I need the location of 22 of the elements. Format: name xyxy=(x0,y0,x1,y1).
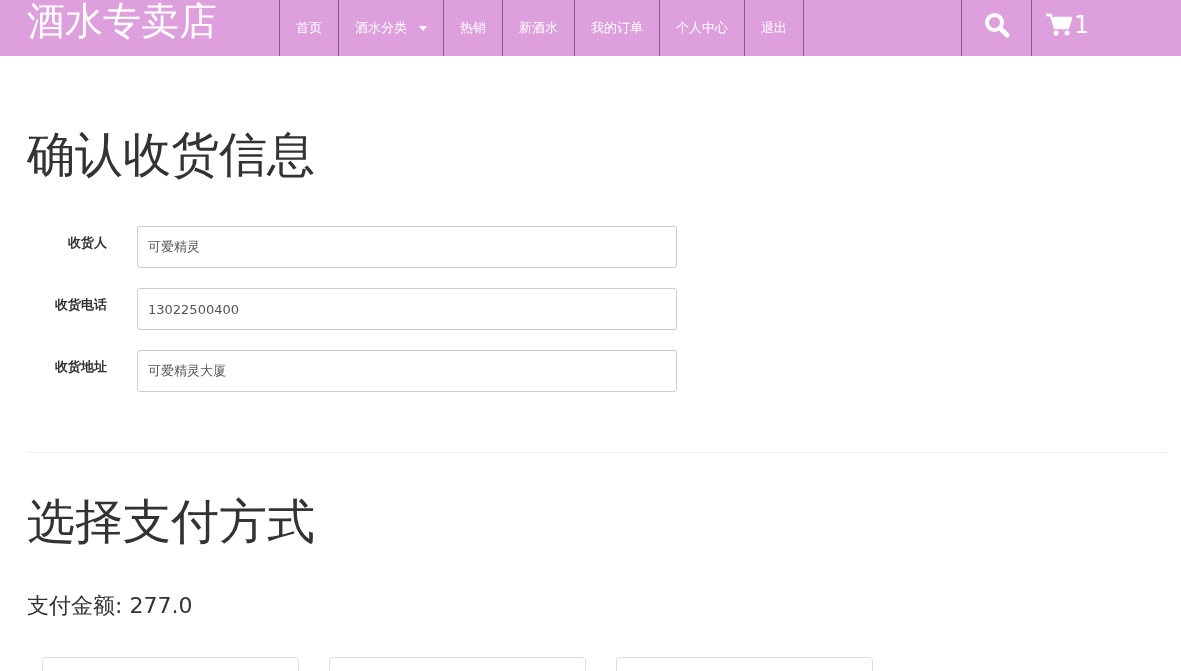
brand-logo-text[interactable]: 酒水专卖店 xyxy=(27,2,217,40)
input-field[interactable]: 可爱精灵 xyxy=(137,226,677,268)
nav-link[interactable]: 热销 xyxy=(444,0,503,56)
nav-link[interactable]: 新酒水 xyxy=(503,0,575,56)
nav-link[interactable]: 我的订单 xyxy=(575,0,660,56)
nav-link[interactable]: 首页 xyxy=(280,0,339,56)
payment-amount: 支付金额: 277.0 xyxy=(27,592,194,620)
section-heading: 选择支付方式 xyxy=(27,493,316,549)
nav-link[interactable]: 酒水分类 xyxy=(339,0,444,56)
caret-icon xyxy=(419,25,427,31)
nav-link[interactable]: 退出 xyxy=(745,0,804,56)
input-field[interactable]: 13022500400 xyxy=(137,288,677,330)
search-icon xyxy=(983,12,1010,38)
nav-link[interactable]: 个人中心 xyxy=(660,0,745,56)
field-label: 收货人 xyxy=(67,234,107,252)
cart-button[interactable]: 1 xyxy=(1031,0,1181,56)
cart-icon xyxy=(1046,13,1072,37)
field-label: 收货地址 xyxy=(54,358,107,376)
section-heading: 确认收货信息 xyxy=(27,126,316,182)
cart-count: 1 xyxy=(1074,11,1090,39)
input-field[interactable]: 可爱精灵大厦 xyxy=(137,350,677,392)
field-label: 收货电话 xyxy=(54,296,107,314)
